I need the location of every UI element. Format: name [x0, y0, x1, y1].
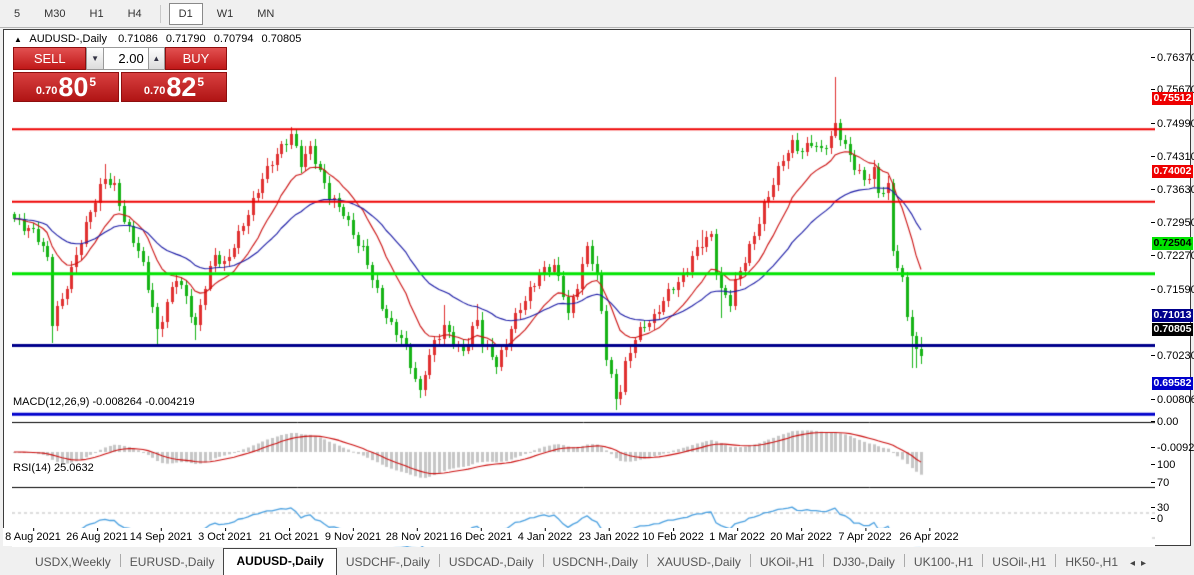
tab-usoil-h1[interactable]: USOil-,H1: [983, 550, 1055, 575]
date-label: 28 Nov 2021: [385, 528, 449, 543]
tab-usdcad-daily[interactable]: USDCAD-,Daily: [440, 550, 543, 575]
chart-title: ▲ AUDUSD-,Daily 0.71086 0.71790 0.70794 …: [14, 33, 306, 45]
date-label: 21 Oct 2021: [259, 528, 319, 543]
collapse-triangle-icon[interactable]: ▲: [14, 35, 22, 44]
price-tick-label: 0.71590: [1151, 284, 1194, 296]
buy-price-point: 5: [197, 75, 205, 89]
date-label: 14 Sep 2021: [129, 528, 193, 543]
date-axis[interactable]: 8 Aug 2021 26 Aug 2021 14 Sep 2021 3 Oct…: [3, 528, 1151, 546]
sell-price-display[interactable]: 0.70 80 5: [13, 72, 119, 102]
chart-window: [3, 29, 1191, 558]
rsi-value: 25.0632: [53, 462, 94, 474]
timeframe-h4-button[interactable]: H4: [118, 3, 152, 25]
tab-scroll-right-icon[interactable]: ▸: [1138, 552, 1149, 575]
tab-eurusd-daily[interactable]: EURUSD-,Daily: [121, 550, 224, 575]
volume-input[interactable]: [103, 47, 148, 70]
date-label: 23 Jan 2022: [578, 528, 640, 543]
volume-increase-button[interactable]: ▲: [147, 47, 165, 70]
date-label: 26 Aug 2021: [66, 528, 128, 543]
rsi-axis-label: 0: [1150, 513, 1164, 525]
sell-price-pips: 80: [58, 72, 89, 102]
timeframe-m5-button[interactable]: 5: [4, 3, 30, 25]
date-label: 10 Feb 2022: [642, 528, 704, 543]
timeframe-mn-button[interactable]: MN: [247, 3, 284, 25]
support-level-badge: 0.71013: [1152, 309, 1193, 322]
buy-price-prefix: 0.70: [143, 85, 166, 97]
chart-symbol-label: AUDUSD-,Daily: [29, 33, 107, 45]
price-chart-canvas[interactable]: [12, 60, 1155, 558]
ohlc-close-value: 0.70805: [261, 33, 302, 45]
sell-price-prefix: 0.70: [35, 85, 58, 97]
macd-indicator-label: MACD(12,26,9) -0.008264 -0.004219: [13, 396, 195, 408]
tab-uk100-h1[interactable]: UK100-,H1: [905, 550, 982, 575]
ohlc-open-value: 0.71086: [118, 33, 158, 45]
resistance-level-badge: 0.74002: [1152, 165, 1193, 178]
macd-signal-value: -0.004219: [145, 396, 195, 408]
date-label: 3 Oct 2021: [198, 528, 252, 543]
support-level-badge: 0.72504: [1152, 237, 1193, 250]
tab-usdx-weekly[interactable]: USDX,Weekly: [26, 550, 120, 575]
date-label: 26 Apr 2022: [899, 528, 959, 543]
date-label: 7 Apr 2022: [838, 528, 892, 543]
macd-axis-label: 0.008061: [1151, 394, 1194, 406]
rsi-axis-label: 70: [1150, 477, 1170, 489]
macd-axis-label: -0.009286: [1151, 442, 1194, 454]
tab-xauusd-daily[interactable]: XAUUSD-,Daily: [648, 550, 750, 575]
symbol-tab-bar: USDX,Weekly EURUSD-,Daily AUDUSD-,Daily …: [0, 547, 1194, 575]
current-price-badge: 0.70805: [1152, 323, 1193, 336]
toolbar-separator: [159, 4, 161, 23]
timeframe-toolbar: 5 M30 H1 H4 D1 W1 MN: [0, 0, 1194, 28]
date-label: 9 Nov 2021: [324, 528, 382, 543]
price-tick-label: 0.72270: [1151, 250, 1194, 262]
timeframe-d1-button[interactable]: D1: [168, 2, 203, 25]
date-label: 4 Jan 2022: [517, 528, 573, 543]
buy-price-display[interactable]: 0.70 82 5: [121, 72, 227, 102]
sell-button[interactable]: SELL: [13, 47, 87, 70]
date-label: 16 Dec 2021: [449, 528, 513, 543]
rsi-name: RSI(14): [13, 462, 51, 474]
macd-name: MACD(12,26,9): [13, 396, 90, 408]
tab-dj30-daily[interactable]: DJ30-,Daily: [824, 550, 904, 575]
price-tick-label: 0.76370: [1151, 52, 1194, 64]
date-label: 20 Mar 2022: [770, 528, 832, 543]
price-tick-label: 0.72950: [1151, 217, 1194, 229]
resistance-level-badge: 0.75512: [1152, 92, 1193, 105]
macd-axis-label: 0.00: [1150, 416, 1179, 428]
macd-main-value: -0.008264: [92, 396, 143, 408]
tab-scroll-left-icon[interactable]: ◂: [1127, 552, 1138, 575]
buy-price-pips: 82: [166, 72, 197, 102]
timeframe-h1-button[interactable]: H1: [80, 3, 114, 25]
support-level-badge: 0.69582: [1152, 377, 1193, 390]
one-click-trade-panel: SELL ▼ ▲ BUY 0.70 80 5 0.70 82 5: [13, 47, 227, 102]
buy-button[interactable]: BUY: [164, 47, 227, 70]
tab-usdchf-daily[interactable]: USDCHF-,Daily: [337, 550, 439, 575]
tab-usdcnh-daily[interactable]: USDCNH-,Daily: [544, 550, 647, 575]
timeframe-m30-button[interactable]: M30: [34, 3, 75, 25]
price-tick-label: 0.74990: [1151, 118, 1194, 130]
date-label: 8 Aug 2021: [5, 528, 61, 543]
ohlc-low-value: 0.70794: [213, 33, 254, 45]
timeframe-w1-button[interactable]: W1: [207, 3, 244, 25]
tab-audusd-daily[interactable]: AUDUSD-,Daily: [223, 548, 337, 575]
rsi-axis-label: 100: [1150, 459, 1176, 471]
volume-decrease-button[interactable]: ▼: [86, 47, 104, 70]
ohlc-high-value: 0.71790: [165, 33, 206, 45]
rsi-indicator-label: RSI(14) 25.0632: [13, 462, 94, 474]
tab-ukoil-h1[interactable]: UKOil-,H1: [751, 550, 823, 575]
date-label: 1 Mar 2022: [709, 528, 765, 543]
sell-price-point: 5: [89, 75, 97, 89]
tab-hk50-h1[interactable]: HK50-,H1: [1056, 550, 1127, 575]
price-tick-label: 0.74310: [1151, 151, 1194, 163]
price-tick-label: 0.70230: [1151, 350, 1194, 362]
price-tick-label: 0.73630: [1151, 184, 1194, 196]
